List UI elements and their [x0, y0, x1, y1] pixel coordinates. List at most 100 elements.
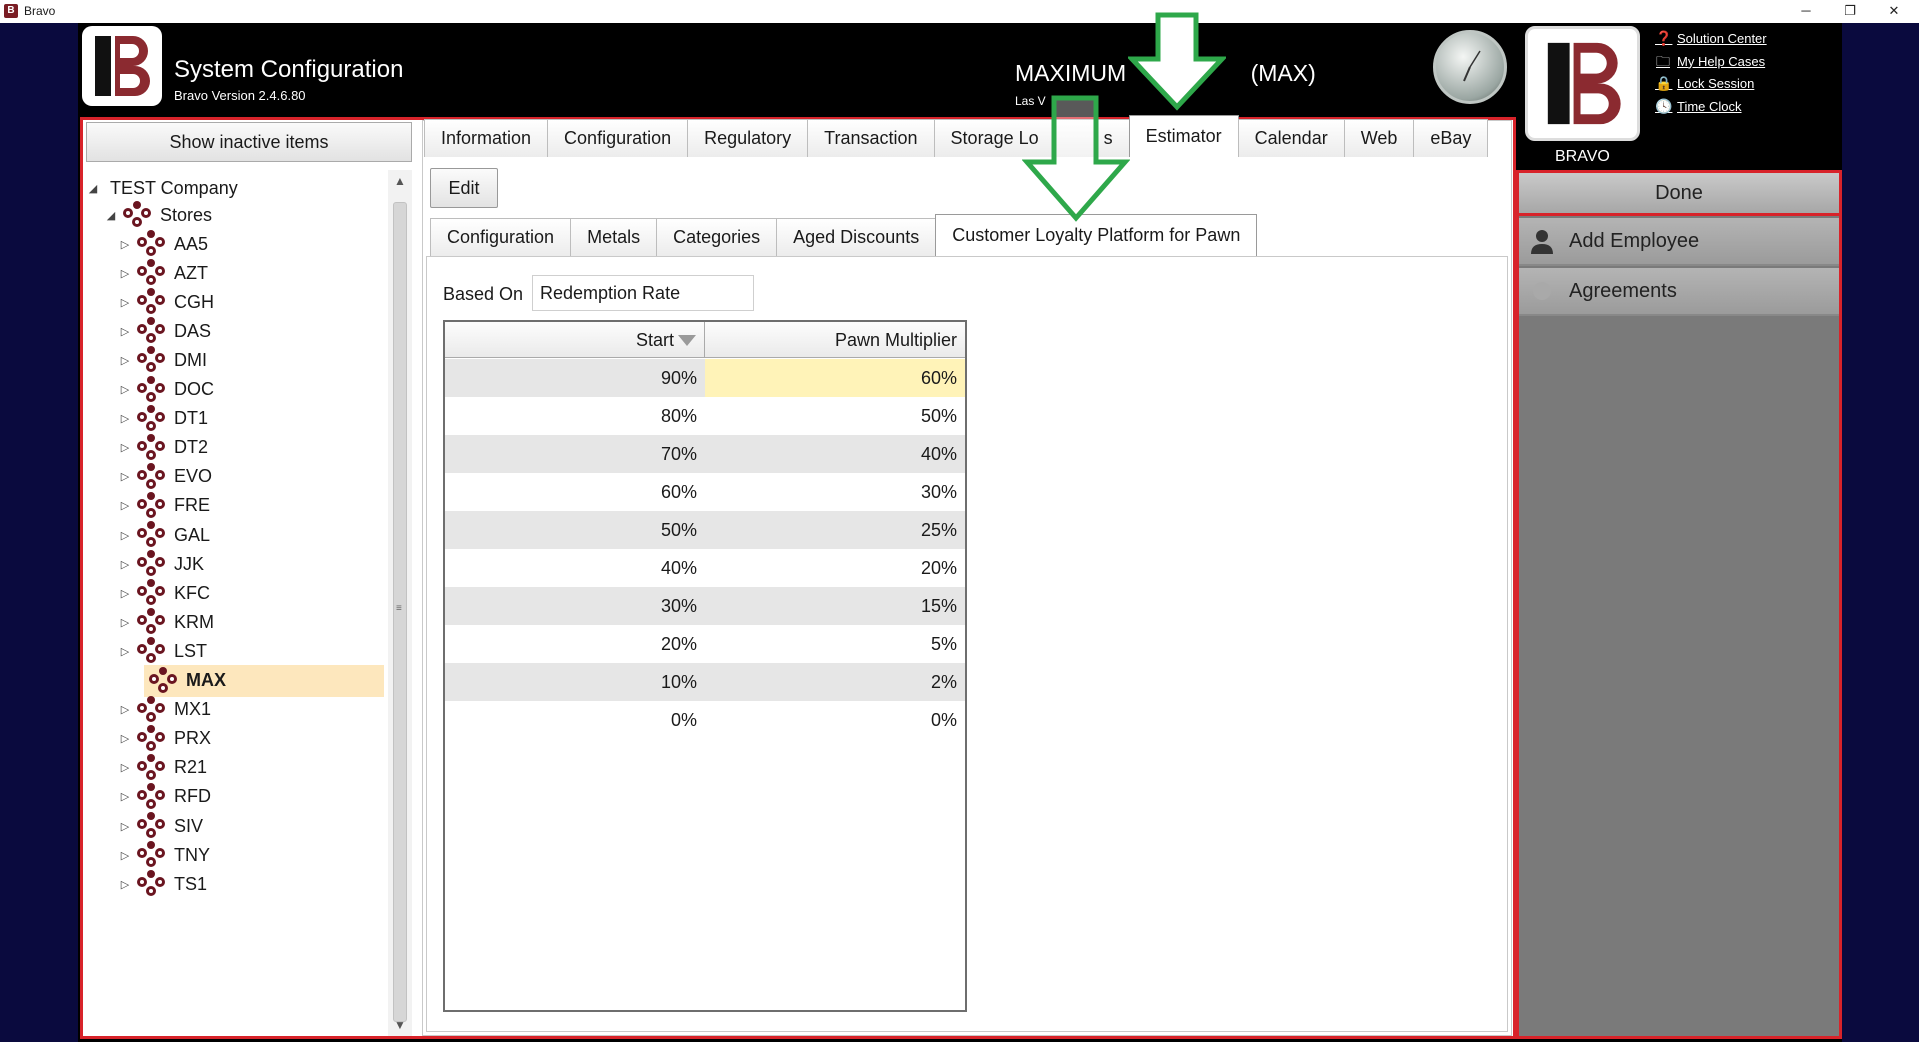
expand-icon[interactable]: ▷	[118, 761, 132, 774]
tree-item-mx1[interactable]: ▷ MX1	[86, 694, 386, 726]
tree-item-dt2[interactable]: ▷ DT2	[86, 432, 386, 464]
expand-icon[interactable]: ▷	[118, 587, 132, 600]
tree-item-ts1[interactable]: ▷ TS1	[86, 868, 386, 900]
subtab-aged-discounts[interactable]: Aged Discounts	[776, 218, 937, 256]
tree-item-krm[interactable]: ▷ KRM	[86, 606, 386, 638]
tab-transaction[interactable]: Transaction	[807, 119, 935, 157]
tab-estimator[interactable]: Estimator	[1128, 115, 1239, 157]
table-row[interactable]: 10% 2%	[445, 663, 965, 701]
show-inactive-button[interactable]: Show inactive items	[86, 122, 412, 162]
collapse-icon[interactable]: ◢	[86, 182, 100, 195]
tree-item-jjk[interactable]: ▷ JJK	[86, 548, 386, 580]
cell-start[interactable]: 80%	[445, 397, 705, 435]
cell-start[interactable]: 30%	[445, 587, 705, 625]
solution-center-link[interactable]: ❓ Solution Center	[1655, 29, 1767, 47]
tree-item-siv[interactable]: ▷ SIV	[86, 810, 386, 842]
tree-item-azt[interactable]: ▷ AZT	[86, 257, 386, 289]
minimize-button[interactable]: ─	[1783, 0, 1829, 23]
cell-pawn-multiplier[interactable]: 25%	[705, 511, 965, 549]
table-row[interactable]: 50% 25%	[445, 511, 965, 549]
tab-web[interactable]: Web	[1343, 119, 1415, 157]
tree-item-dmi[interactable]: ▷ DMI	[86, 344, 386, 376]
table-row[interactable]: 40% 20%	[445, 549, 965, 587]
tree-item-max[interactable]: ▷MAX	[144, 664, 384, 697]
tree-item-dt1[interactable]: ▷ DT1	[86, 403, 386, 435]
cell-pawn-multiplier[interactable]: 5%	[705, 625, 965, 663]
scroll-up-icon[interactable]: ▲	[388, 170, 412, 192]
tree-item-evo[interactable]: ▷ EVO	[86, 461, 386, 493]
cell-start[interactable]: 70%	[445, 435, 705, 473]
cell-start[interactable]: 10%	[445, 663, 705, 701]
subtab-metals[interactable]: Metals	[570, 218, 658, 256]
cell-start[interactable]: 40%	[445, 549, 705, 587]
cell-start[interactable]: 90%	[445, 359, 705, 397]
based-on-field[interactable]: Redemption Rate	[532, 275, 754, 311]
column-header-start[interactable]: Start	[445, 322, 705, 358]
table-row[interactable]: 0% 0%	[445, 701, 965, 739]
subtab-categories[interactable]: Categories	[656, 218, 778, 256]
tree-item-gal[interactable]: ▷ GAL	[86, 519, 386, 551]
expand-icon[interactable]: ▷	[118, 703, 132, 716]
agreements-button[interactable]: Agreements	[1519, 268, 1839, 316]
expand-icon[interactable]: ▷	[118, 354, 132, 367]
cell-pawn-multiplier[interactable]: 20%	[705, 549, 965, 587]
tree-item-das[interactable]: ▷ DAS	[86, 315, 386, 347]
subtab-configuration[interactable]: Configuration	[430, 218, 572, 256]
tab-information[interactable]: Information	[424, 119, 549, 157]
cell-pawn-multiplier[interactable]: 40%	[705, 435, 965, 473]
expand-icon[interactable]: ▷	[118, 645, 132, 658]
table-row[interactable]: 20% 5%	[445, 625, 965, 663]
expand-icon[interactable]: ▷	[118, 820, 132, 833]
tree-item-r21[interactable]: ▷ R21	[86, 752, 386, 784]
cell-start[interactable]: 20%	[445, 625, 705, 663]
expand-icon[interactable]: ▷	[118, 558, 132, 571]
tree-item-aa5[interactable]: ▷ AA5	[86, 228, 386, 260]
scrollbar-thumb[interactable]: ≡	[393, 202, 407, 1022]
expand-icon[interactable]: ▷	[118, 849, 132, 862]
add-employee-button[interactable]: Add Employee	[1519, 218, 1839, 266]
expand-icon[interactable]: ▷	[118, 878, 132, 891]
tree-item-doc[interactable]: ▷ DOC	[86, 374, 386, 406]
tab-configuration[interactable]: Configuration	[547, 119, 689, 157]
collapse-icon[interactable]: ◢	[104, 209, 118, 222]
expand-icon[interactable]: ▷	[118, 499, 132, 512]
table-row[interactable]: 30% 15%	[445, 587, 965, 625]
expand-icon[interactable]: ▷	[118, 470, 132, 483]
time-clock-link[interactable]: 🕓 Time Clock	[1655, 97, 1742, 115]
tree-item-prx[interactable]: ▷ PRX	[86, 723, 386, 755]
tree-scrollbar[interactable]: ▲ ≡ ▼	[388, 170, 412, 1036]
cell-pawn-multiplier[interactable]: 2%	[705, 663, 965, 701]
expand-icon[interactable]: ▷	[118, 412, 132, 425]
cell-pawn-multiplier[interactable]: 15%	[705, 587, 965, 625]
tree-item-kfc[interactable]: ▷ KFC	[86, 577, 386, 609]
tab-calendar[interactable]: Calendar	[1237, 119, 1345, 157]
table-row[interactable]: 60% 30%	[445, 473, 965, 511]
tree-group-stores[interactable]: ◢ Stores	[86, 199, 386, 231]
cell-pawn-multiplier[interactable]: 0%	[705, 701, 965, 739]
cell-pawn-multiplier[interactable]: 30%	[705, 473, 965, 511]
table-row[interactable]: 80% 50%	[445, 397, 965, 435]
cell-start[interactable]: 50%	[445, 511, 705, 549]
expand-icon[interactable]: ▷	[118, 732, 132, 745]
expand-icon[interactable]: ▷	[118, 267, 132, 280]
my-help-cases-link[interactable]: 🗀 My Help Cases	[1655, 52, 1765, 70]
cell-pawn-multiplier[interactable]: 50%	[705, 397, 965, 435]
tab-ebay[interactable]: eBay	[1413, 119, 1489, 157]
lock-session-link[interactable]: 🔒 Lock Session	[1655, 74, 1754, 92]
expand-icon[interactable]: ▷	[118, 296, 132, 309]
expand-icon[interactable]: ▷	[118, 441, 132, 454]
expand-icon[interactable]: ▷	[118, 238, 132, 251]
restore-button[interactable]: ❐	[1827, 0, 1873, 23]
column-header-pawn-multiplier[interactable]: Pawn Multiplier	[705, 322, 965, 358]
tree-item-tny[interactable]: ▷ TNY	[86, 839, 386, 871]
cell-start[interactable]: 0%	[445, 701, 705, 739]
edit-button[interactable]: Edit	[430, 168, 498, 208]
tree-item-fre[interactable]: ▷ FRE	[86, 490, 386, 522]
expand-icon[interactable]: ▷	[118, 529, 132, 542]
expand-icon[interactable]: ▷	[118, 616, 132, 629]
table-row[interactable]: 70% 40%	[445, 435, 965, 473]
tree-item-lst[interactable]: ▷ LST	[86, 635, 386, 667]
tab-regulatory[interactable]: Regulatory	[687, 119, 809, 157]
close-button[interactable]: ✕	[1871, 0, 1917, 23]
tree-item-rfd[interactable]: ▷ RFD	[86, 781, 386, 813]
